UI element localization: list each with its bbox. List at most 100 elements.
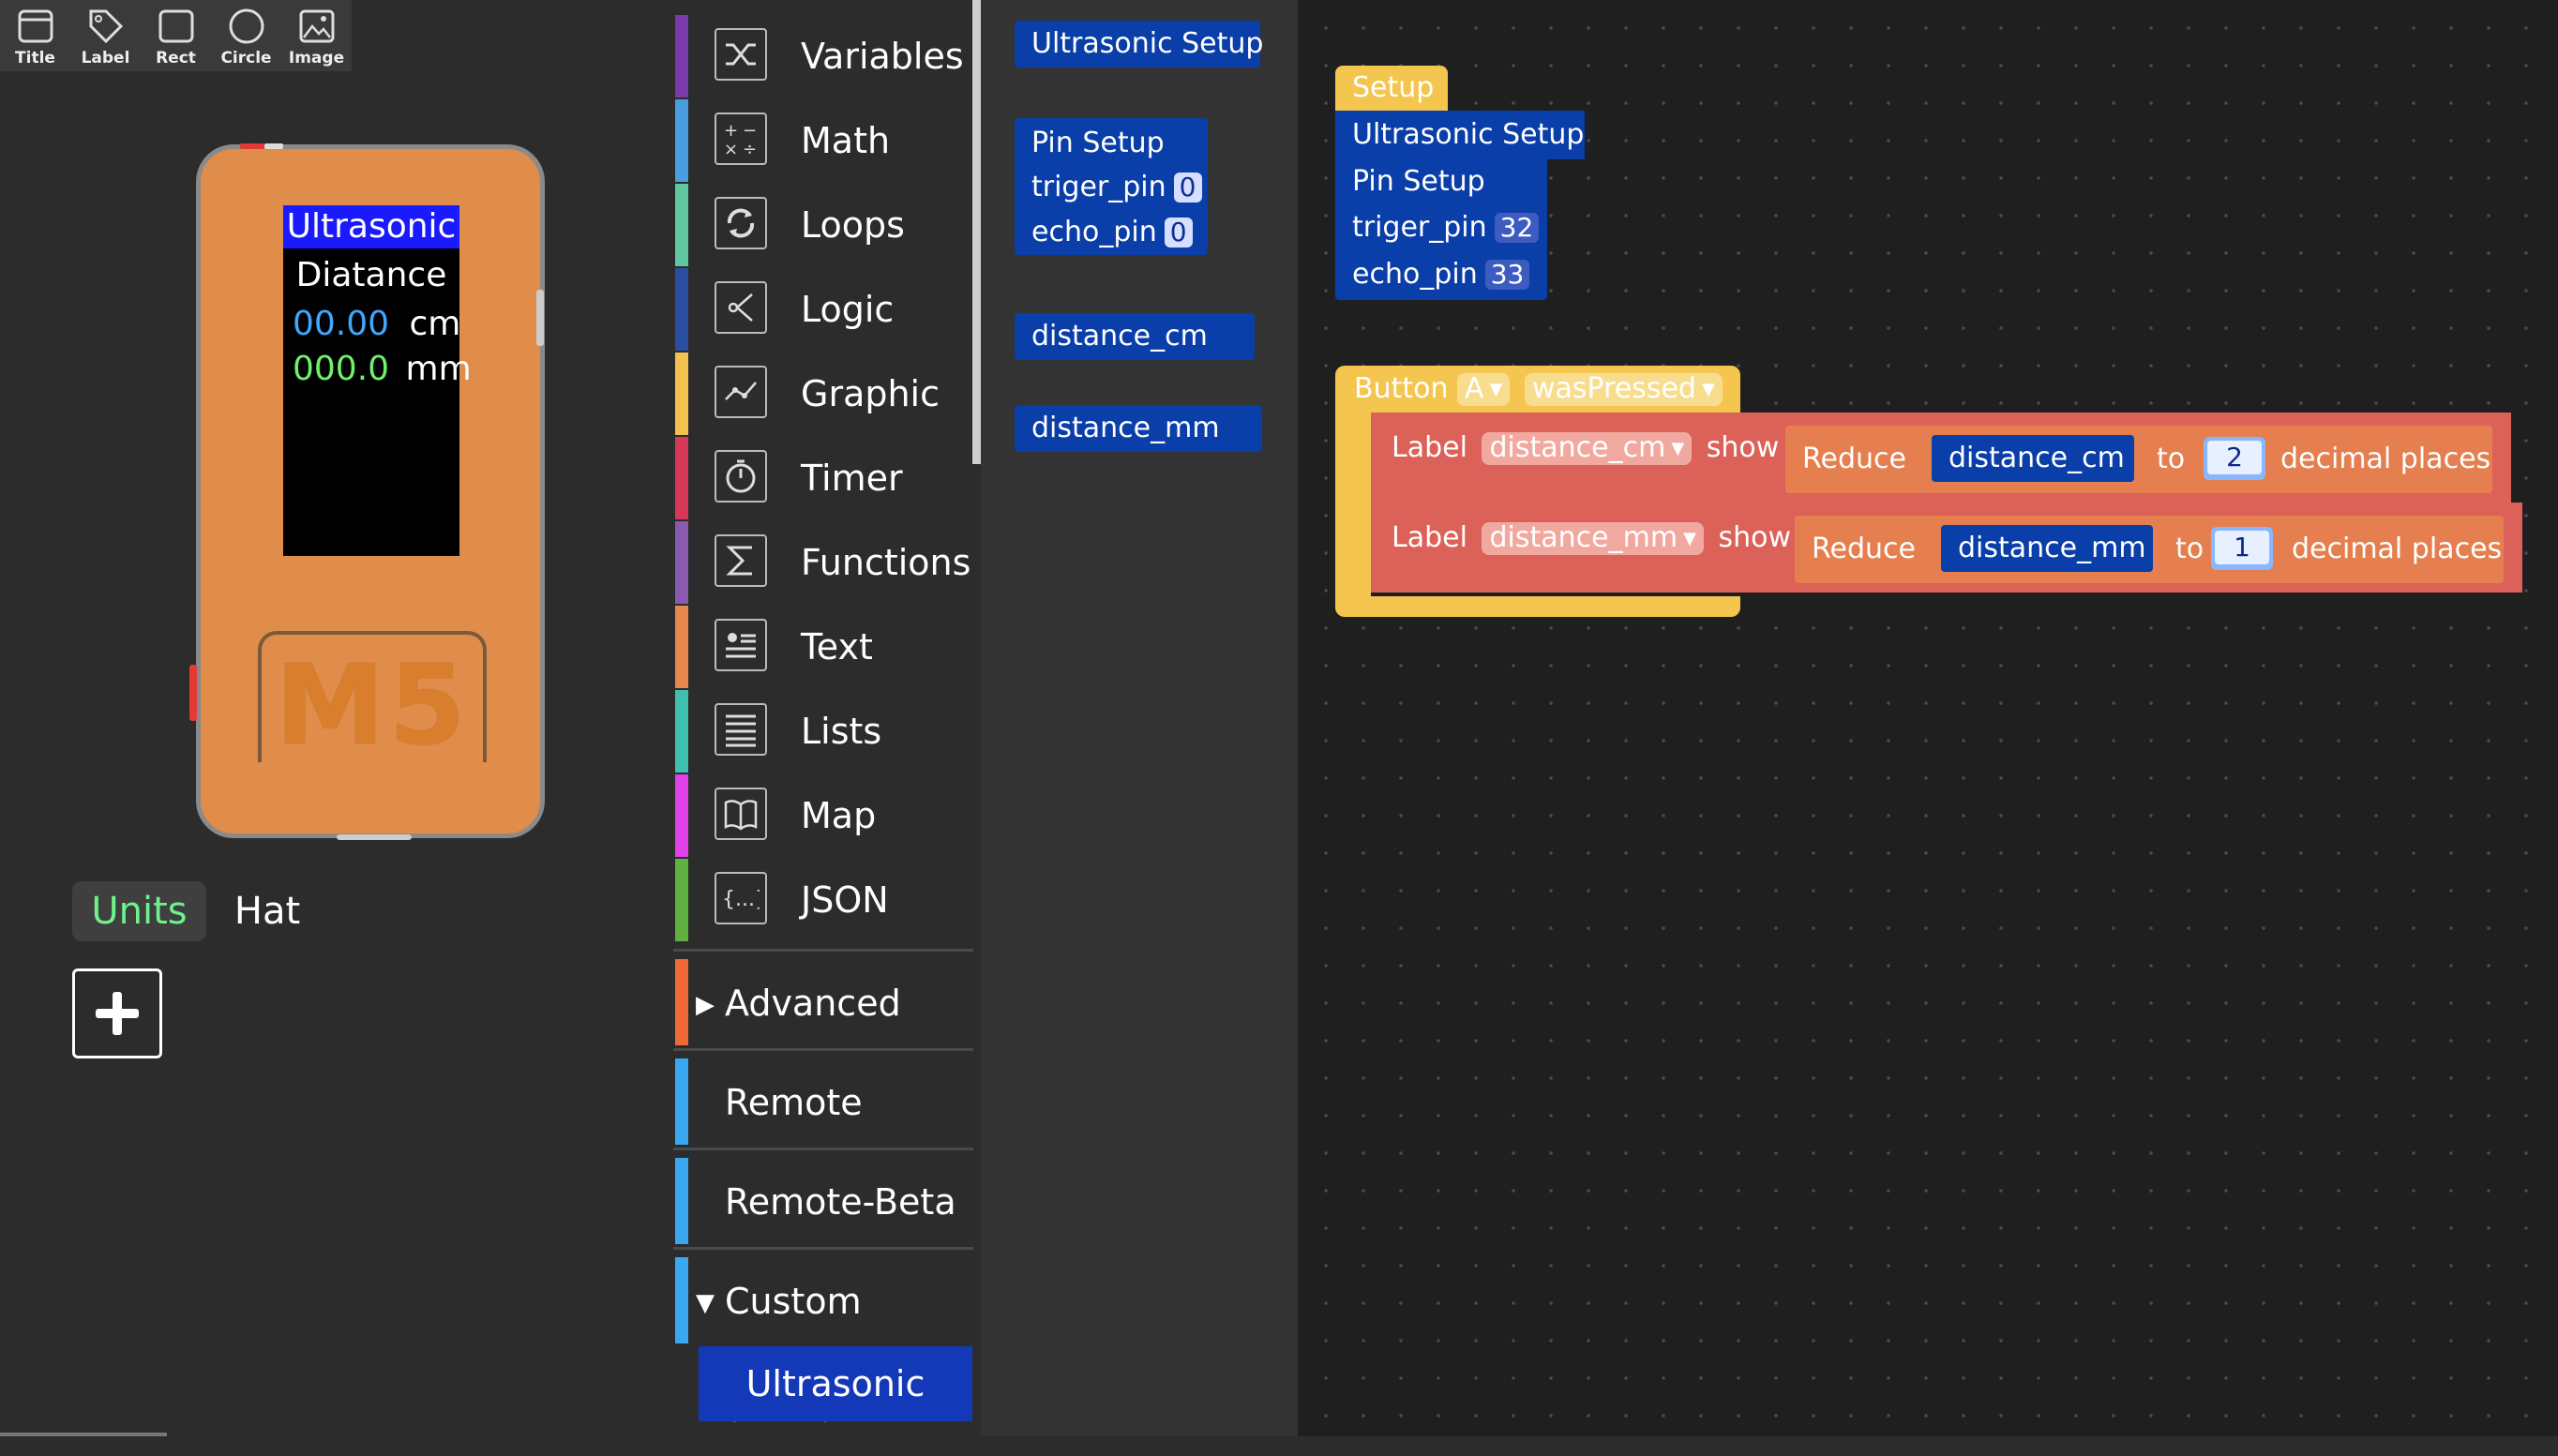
category-color-stripe [675,959,688,1045]
flyout-pin-setup-block[interactable]: Pin Setup triger_pin 0 echo_pin 0 [1015,118,1208,255]
json-icon: {...} [715,872,767,924]
functions-icon [715,534,767,587]
decimal-places-input-cm[interactable]: 2 [2204,437,2265,480]
title-icon [18,9,53,43]
decimal-places-value: 1 [2215,531,2269,564]
tool-circle[interactable]: Circle [211,0,281,71]
chevron-down-icon: ▼ [1701,379,1715,399]
label-target-value: distance_mm [1489,521,1678,554]
category-logic[interactable]: Logic [673,268,973,351]
category-label: Text [801,626,873,668]
category-remote[interactable]: Remote [673,1048,973,1145]
mm-unit-label[interactable]: mm [406,350,472,388]
flyout-distance-mm-block[interactable]: distance_mm [1015,405,1262,452]
button-event-block[interactable]: Button A ▼ wasPressed ▼ [1335,366,1740,413]
svg-text:×: × [724,140,738,158]
label-target-dropdown-cm[interactable]: distance_cm ▼ [1482,432,1693,465]
ws-pin-setup-block[interactable]: Pin Setup triger_pin 32 echo_pin 33 [1335,159,1547,300]
category-functions[interactable]: Functions [673,521,973,604]
tool-title[interactable]: Title [0,0,70,71]
text-icon [715,619,767,671]
ws-triger-pin-input[interactable]: 32 [1494,213,1540,243]
category-text[interactable]: Text [673,606,973,688]
ws-ultrasonic-setup-block[interactable]: Ultrasonic Setup [1335,111,1585,159]
echo-pin-input[interactable]: 0 [1164,218,1193,248]
distance-mm-value[interactable]: 000.0 [293,350,389,388]
distance-cm-value[interactable]: 00.00 [293,305,389,343]
decimal-places-keyword: decimal places [2280,443,2491,475]
decimal-places-input-mm[interactable]: 1 [2211,527,2273,570]
label-keyword: Label [1392,431,1467,464]
category-label: JSON [801,879,889,921]
category-color-stripe [675,1257,688,1343]
category-custom-beta[interactable]: ▼ Custom (Beta) [673,1247,973,1425]
chevron-down-icon: ▼ [1683,528,1696,548]
device-port [264,143,283,149]
category-label: Remote [725,1082,863,1123]
math-icon: + − × ÷ [715,113,767,165]
category-loops[interactable]: Loops [673,184,973,266]
reduce-block-mm[interactable]: Reduce distance_mm to 1 decimal places [1795,516,2504,583]
button-event-bottom [1335,596,1740,617]
tab-hat[interactable]: Hat [216,881,319,941]
category-variables[interactable]: Variables [673,15,973,98]
category-color-stripe [675,774,688,857]
device-usb-port [337,834,412,840]
tab-units[interactable]: Units [72,881,206,941]
device-led [240,143,264,149]
screen-row-mm: 000.0 mm [293,350,472,388]
label-target-dropdown-mm[interactable]: distance_mm ▼ [1482,521,1704,555]
reduce-keyword: Reduce [1802,443,1906,475]
category-remote-beta[interactable]: Remote-Beta [673,1148,973,1244]
screen-label-distance-title[interactable]: Diatance [283,256,459,294]
block-category-toolbox: Variables + − × ÷ Math Loops Logic Graphic … [673,0,981,1436]
category-label: Functions [801,542,971,583]
button-keyword: Button [1354,372,1449,405]
label-show-row-mm: Label distance_mm ▼ show [1392,519,1791,557]
decimal-places-value: 2 [2207,441,2262,474]
collapse-arrow-icon: ▼ [696,1289,715,1317]
show-keyword: show [1718,521,1791,554]
button-event-body-arm [1335,413,1371,600]
device-power-button[interactable] [189,665,197,721]
tool-label[interactable]: Label [70,0,141,71]
cm-unit-label[interactable]: cm [410,305,461,343]
tool-rect[interactable]: Rect [141,0,211,71]
category-timer[interactable]: Timer [673,437,973,519]
timer-icon [715,450,767,503]
reduce-block-cm[interactable]: Reduce distance_cm to 2 decimal places [1785,426,2492,493]
screen-title-label[interactable]: Ultrasonic [283,205,459,248]
setup-block[interactable]: Setup [1335,66,1448,111]
category-color-stripe [675,184,688,266]
flyout-distance-cm-block[interactable]: distance_cm [1015,313,1255,360]
category-json[interactable]: {...} JSON [673,859,973,941]
category-ultrasonic-selected[interactable]: Ultrasonic [699,1346,972,1421]
category-lists[interactable]: Lists [673,690,973,773]
reduce-var-cm[interactable]: distance_cm [1932,435,2134,482]
device-side-button[interactable] [536,290,544,346]
category-label: Map [801,795,877,836]
reduce-keyword: Reduce [1812,533,1916,565]
add-unit-button[interactable] [72,968,162,1058]
triger-pin-row: triger_pin 0 [1031,165,1202,210]
tool-image[interactable]: Image [281,0,352,71]
reduce-var-mm[interactable]: distance_mm [1941,525,2153,572]
ws-echo-pin-row: echo_pin 33 [1352,251,1530,298]
ws-echo-pin-input[interactable]: 33 [1484,260,1530,290]
category-label: Math [801,120,891,161]
category-graphic[interactable]: Graphic [673,353,973,435]
button-event-dropdown[interactable]: wasPressed ▼ [1524,373,1723,406]
circle-icon [229,8,263,44]
button-id-dropdown[interactable]: A ▼ [1457,373,1511,406]
bottom-scroll-indicator[interactable] [0,1433,167,1436]
category-advanced[interactable]: ▶ Advanced [673,949,973,1045]
category-math[interactable]: + − × ÷ Math [673,99,973,182]
category-color-stripe [675,606,688,688]
decimal-places-keyword: decimal places [2292,533,2503,565]
category-label: Logic [801,289,895,330]
flyout-ultrasonic-setup-block[interactable]: Ultrasonic Setup [1015,21,1263,68]
map-icon [715,788,767,840]
to-keyword: to [2157,443,2186,475]
category-map[interactable]: Map [673,774,973,857]
triger-pin-input[interactable]: 0 [1173,173,1202,203]
